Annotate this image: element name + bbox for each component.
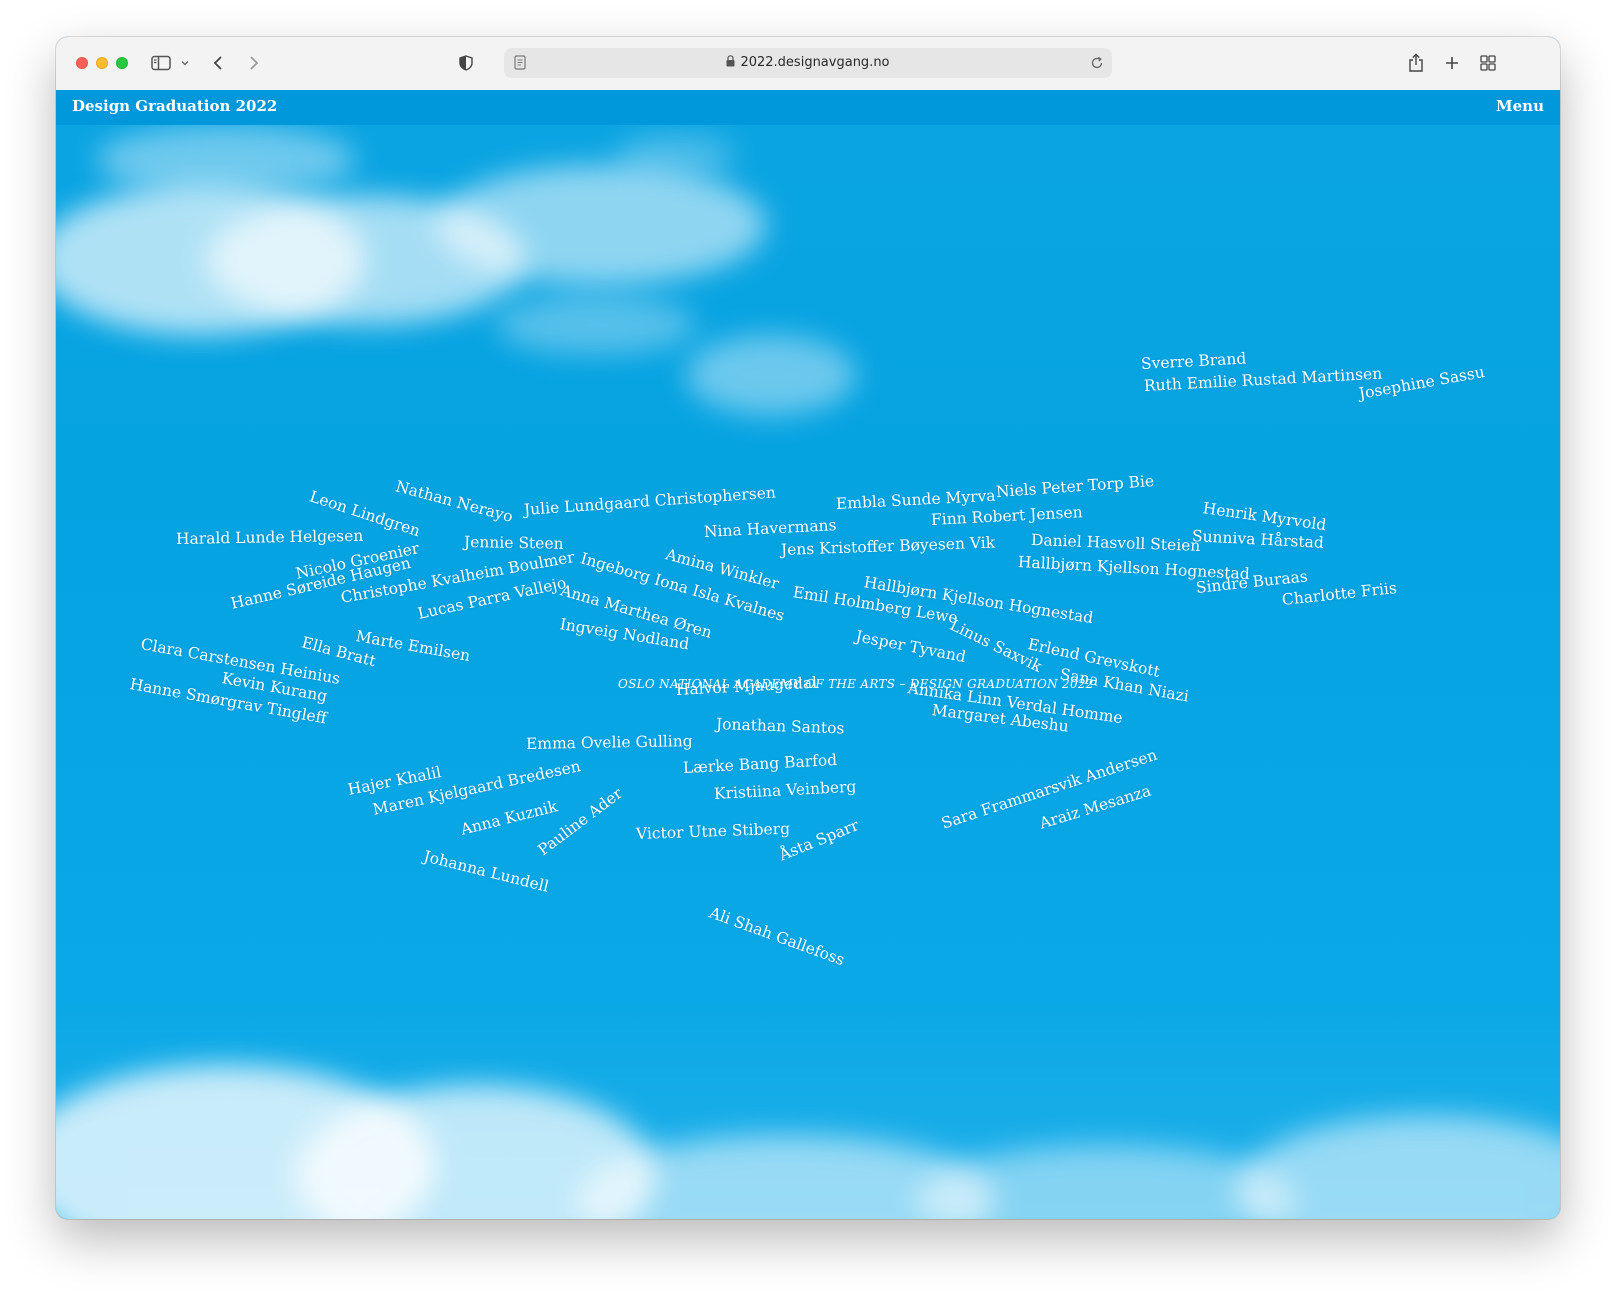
student-name-link[interactable]: Anna Kuznik (459, 797, 559, 838)
privacy-shield-icon[interactable] (456, 51, 476, 75)
url-text: 2022.designavgang.no (740, 55, 890, 70)
student-name-link[interactable]: Jennie Steen (464, 533, 564, 553)
student-name-link[interactable]: Johanna Lundell (422, 847, 551, 895)
student-name-link[interactable]: Sverre Brand (1141, 349, 1247, 372)
reload-icon[interactable] (1090, 55, 1104, 74)
lock-icon (726, 49, 735, 79)
minimize-window-button[interactable] (96, 57, 108, 69)
student-name-link[interactable]: Julie Lundgaard Christophersen (523, 483, 776, 519)
close-window-button[interactable] (76, 57, 88, 69)
student-name-link[interactable]: Ali Shah Gallefoss (707, 904, 847, 970)
student-name-link[interactable]: Harald Lunde Helgesen (176, 527, 364, 548)
new-tab-plus-icon[interactable] (1442, 51, 1462, 75)
site-header: Design Graduation 2022 Menu (56, 90, 1560, 125)
student-names: Sverre Brand Ruth Emilie Rustad Martinse… (56, 125, 1560, 1219)
student-name-link[interactable]: Jonathan Santos (716, 715, 845, 737)
tab-overview-icon[interactable] (1478, 51, 1498, 75)
menu-button[interactable]: Menu (1496, 97, 1544, 115)
student-name-link[interactable]: Niels Peter Torp Bie (995, 472, 1154, 501)
student-name-link[interactable]: Emma Ovelie Gulling (526, 732, 693, 753)
sidebar-toggle-icon[interactable] (150, 51, 172, 75)
academy-tagline: OSLO NATIONAL ACADEMY OF THE ARTS – DESI… (618, 677, 1094, 691)
address-bar[interactable]: 2022.designavgang.no (504, 48, 1112, 78)
site-title-link[interactable]: Design Graduation 2022 (72, 97, 277, 115)
browser-toolbar: 2022.designavgang.no (56, 37, 1560, 91)
student-name-link[interactable]: Lærke Bang Barfod (683, 751, 838, 777)
student-name-link[interactable]: Victor Utne Stiberg (636, 820, 791, 843)
forward-arrow-icon[interactable] (244, 51, 264, 75)
student-name-link[interactable]: Pauline Ader (535, 784, 626, 859)
student-name-link[interactable]: Nina Havermans (704, 516, 837, 541)
student-name-link[interactable]: Nathan Nerayo (394, 477, 515, 526)
student-name-link[interactable]: Daniel Hasvoll Steien (1031, 531, 1201, 555)
student-name-link[interactable]: Finn Robert Jensen (931, 503, 1083, 529)
sky-background: Sverre Brand Ruth Emilie Rustad Martinse… (56, 125, 1560, 1219)
url-display[interactable]: 2022.designavgang.no (504, 48, 1112, 78)
share-icon[interactable] (1406, 51, 1426, 75)
zoom-window-button[interactable] (116, 57, 128, 69)
back-arrow-icon[interactable] (208, 51, 228, 75)
student-name-link[interactable]: Jens Kristoffer Bøyesen Vik (781, 534, 996, 559)
browser-window: 2022.designavgang.no Design Graduation 2… (56, 37, 1560, 1219)
chevron-down-icon[interactable] (178, 51, 192, 75)
student-name-link[interactable]: Kristiina Veinberg (714, 778, 857, 803)
